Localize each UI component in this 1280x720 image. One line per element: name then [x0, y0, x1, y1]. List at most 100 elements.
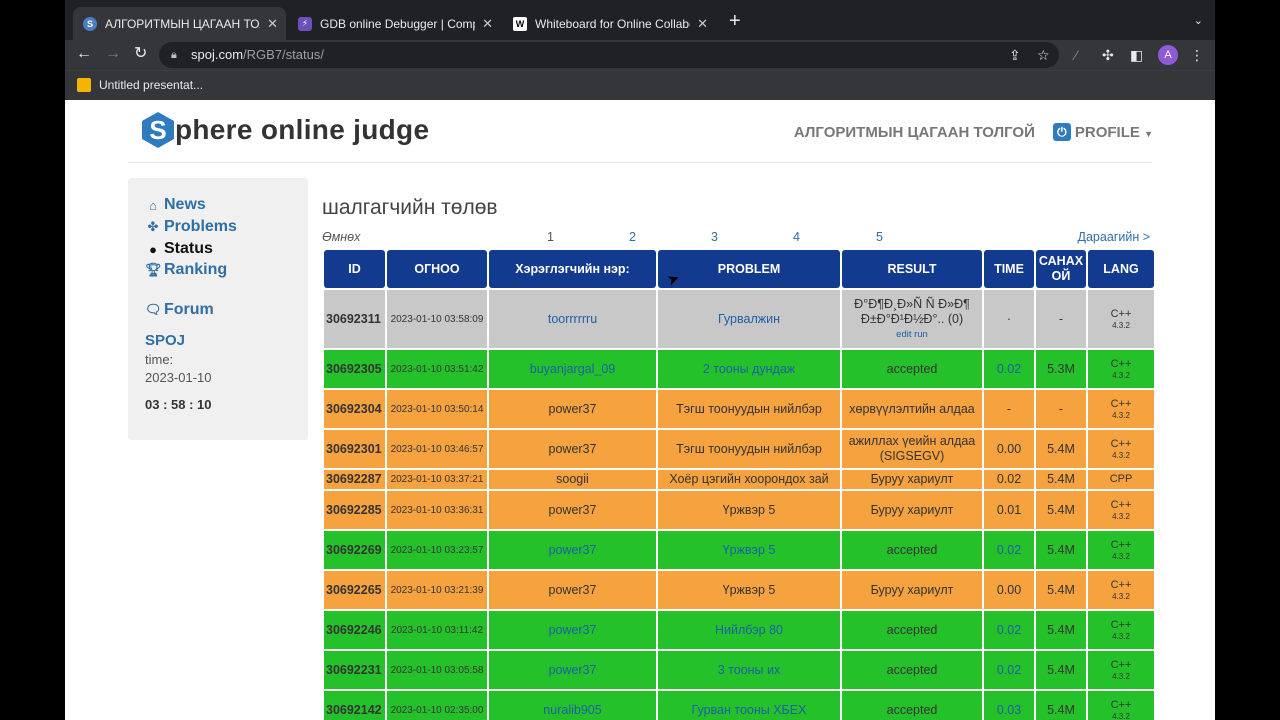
submission-id[interactable]: 30692265 — [324, 571, 385, 609]
kebab-menu-icon[interactable]: ⋮ — [1190, 46, 1204, 64]
pager-prev[interactable]: Өмнөх — [322, 230, 360, 244]
page: S phere online judge АЛГОРИТМЫН ЦАГААН Т… — [65, 100, 1215, 720]
submission-user[interactable]: nuralib905 — [489, 691, 656, 720]
submission-result: accepted — [842, 691, 982, 720]
submission-problem[interactable]: 3 тооны их — [658, 651, 840, 689]
submission-id[interactable]: 30692305 — [324, 350, 385, 388]
lang-version: 4.3.2 — [1112, 591, 1130, 601]
submission-problem[interactable]: Тэгш тоонуудын нийлбэр — [658, 390, 840, 428]
pager-next[interactable]: Дараагийн > — [1078, 230, 1150, 244]
submission-user[interactable]: soogii — [489, 470, 656, 489]
table-row: 30692305 2023-01-10 03:51:42 buyanjargal… — [324, 350, 1154, 388]
table-row: 30692265 2023-01-10 03:21:39 power37 Үрж… — [324, 571, 1154, 609]
submission-user[interactable]: power37 — [489, 390, 656, 428]
tab-gdb[interactable]: ⚡ GDB online Debugger | Compil ✕ — [288, 7, 501, 40]
sidebar-item-label: Problems — [164, 218, 237, 235]
submission-result: accepted — [842, 350, 982, 388]
submission-problem[interactable]: Гурван тооны ХБЕХ — [658, 691, 840, 720]
pager-page-4[interactable]: 4 — [793, 230, 800, 244]
bookmark-label: Untitled presentat... — [99, 78, 204, 92]
submission-problem[interactable]: Үржвэр 5 — [658, 571, 840, 609]
new-tab-button[interactable]: + — [729, 11, 741, 31]
close-icon[interactable]: ✕ — [482, 16, 493, 32]
back-arrow-icon[interactable]: ← — [76, 45, 92, 63]
lang-name: C++ — [1110, 658, 1132, 671]
submission-time: 0.02 — [984, 651, 1034, 689]
submission-mem: 5.4M — [1036, 470, 1086, 489]
share-icon[interactable]: ⇪ — [1009, 46, 1021, 64]
result-links[interactable]: edit run — [844, 327, 980, 342]
pagination: Өмнөх 1 2 3 4 5 Дараагийн > — [322, 230, 1150, 246]
reload-icon[interactable]: ↻ — [134, 45, 147, 63]
submission-id[interactable]: 30692231 — [324, 651, 385, 689]
submission-problem[interactable]: Тэгш тоонуудын нийлбэр — [658, 430, 840, 468]
submission-id[interactable]: 30692285 — [324, 491, 385, 529]
pager-page-2[interactable]: 2 — [629, 230, 636, 244]
site-logo[interactable]: S phere online judge — [142, 112, 429, 148]
submission-problem[interactable]: 2 тооны дундаж — [658, 350, 840, 388]
submission-mem: - — [1036, 290, 1086, 348]
address-bar[interactable]: 🔒︎ spoj.com/RGB7/status/ — [159, 42, 1059, 68]
sidebar-item-news[interactable]: ⌂ News — [145, 196, 206, 214]
close-icon[interactable]: ✕ — [697, 16, 708, 32]
submission-id[interactable]: 30692311 — [324, 290, 385, 348]
submission-user[interactable]: power37 — [489, 651, 656, 689]
submission-id[interactable]: 30692142 — [324, 691, 385, 720]
chevron-down-icon[interactable]: ⌄ — [1194, 14, 1203, 27]
submission-problem[interactable]: Үржвэр 5 — [658, 531, 840, 569]
tab-spoj[interactable]: S АЛГОРИТМЫН ЦАГААН ТОЛГ ✕ — [73, 7, 286, 40]
submission-problem[interactable]: Нийлбэр 80 — [658, 611, 840, 649]
submission-user[interactable]: power37 — [489, 531, 656, 569]
submission-user[interactable]: toorrrrrru — [489, 290, 656, 348]
contest-link[interactable]: АЛГОРИТМЫН ЦАГААН ТОЛГОЙ — [794, 124, 1035, 141]
submission-problem[interactable]: Хоёр цэгийн хоорондох зай — [658, 470, 840, 489]
submission-id[interactable]: 30692301 — [324, 430, 385, 468]
profile-menu[interactable]: PROFILE ▼ — [1075, 124, 1153, 141]
side-panel-icon[interactable]: ◧ — [1130, 46, 1143, 64]
submission-user[interactable]: power37 — [489, 611, 656, 649]
pager-page-3[interactable]: 3 — [711, 230, 718, 244]
logo-text: phere online judge — [175, 114, 430, 145]
result-text: Ð°Ð¶Ð¸Ð»Ñ Ñ Ð»Ð¶ Ð±Ð°Ð¹Ð½Ð°.. (0) — [854, 296, 970, 326]
power-icon: ⏻ — [1052, 123, 1071, 141]
lang-name: C++ — [1110, 437, 1132, 450]
submission-date: 2023-01-10 03:50:14 — [387, 390, 487, 428]
bookmark-item[interactable]: Untitled presentat... — [77, 78, 203, 92]
table-row: 30692301 2023-01-10 03:46:57 power37 Тэг… — [324, 430, 1154, 468]
lang-name: C++ — [1110, 498, 1132, 511]
submission-problem[interactable]: Үржвэр 5 — [658, 491, 840, 529]
forward-arrow-icon[interactable]: → — [105, 45, 121, 63]
tab-whiteboard[interactable]: W Whiteboard for Online Collabo ✕ — [503, 7, 716, 40]
pager-page-1[interactable]: 1 — [547, 230, 554, 244]
sidebar-item-problems[interactable]: ✤ Problems — [145, 218, 237, 236]
submission-id[interactable]: 30692304 — [324, 390, 385, 428]
submission-id[interactable]: 30692287 — [324, 470, 385, 489]
sidebar-item-ranking[interactable]: 🏆︎ Ranking — [145, 261, 227, 279]
star-icon[interactable]: ☆ — [1037, 46, 1050, 64]
lang-version: 4.3.2 — [1112, 450, 1130, 460]
sidebar-item-status[interactable]: ● Status — [145, 240, 213, 258]
submission-user[interactable]: power37 — [489, 491, 656, 529]
spoj-link[interactable]: SPOJ — [145, 332, 185, 349]
lang-name: C++ — [1110, 698, 1132, 711]
submission-id[interactable]: 30692269 — [324, 531, 385, 569]
avatar[interactable]: A — [1158, 45, 1178, 65]
puzzle-icon[interactable]: ✣ — [1102, 46, 1114, 64]
lang-name: C++ — [1110, 307, 1132, 320]
submission-date: 2023-01-10 02:35:00 — [387, 691, 487, 720]
close-icon[interactable]: ✕ — [267, 16, 278, 32]
lang-name: C++ — [1110, 357, 1132, 370]
submission-time: 0.02 — [984, 350, 1034, 388]
extension-icon[interactable]: ⁄ — [1075, 46, 1077, 64]
lang-version: 4.3.2 — [1112, 711, 1130, 720]
sidebar-item-forum[interactable]: 🗨︎ Forum — [145, 301, 214, 319]
submission-user[interactable]: power37 — [489, 571, 656, 609]
submission-id[interactable]: 30692246 — [324, 611, 385, 649]
lang-name: C++ — [1110, 578, 1132, 591]
submission-user[interactable]: buyanjargal_09 — [489, 350, 656, 388]
submission-problem[interactable]: Гурвалжин — [658, 290, 840, 348]
submission-user[interactable]: power37 — [489, 430, 656, 468]
current-clock: 03 : 58 : 10 — [145, 397, 212, 412]
table-row: 30692285 2023-01-10 03:36:31 power37 Үрж… — [324, 491, 1154, 529]
pager-page-5[interactable]: 5 — [876, 230, 883, 244]
